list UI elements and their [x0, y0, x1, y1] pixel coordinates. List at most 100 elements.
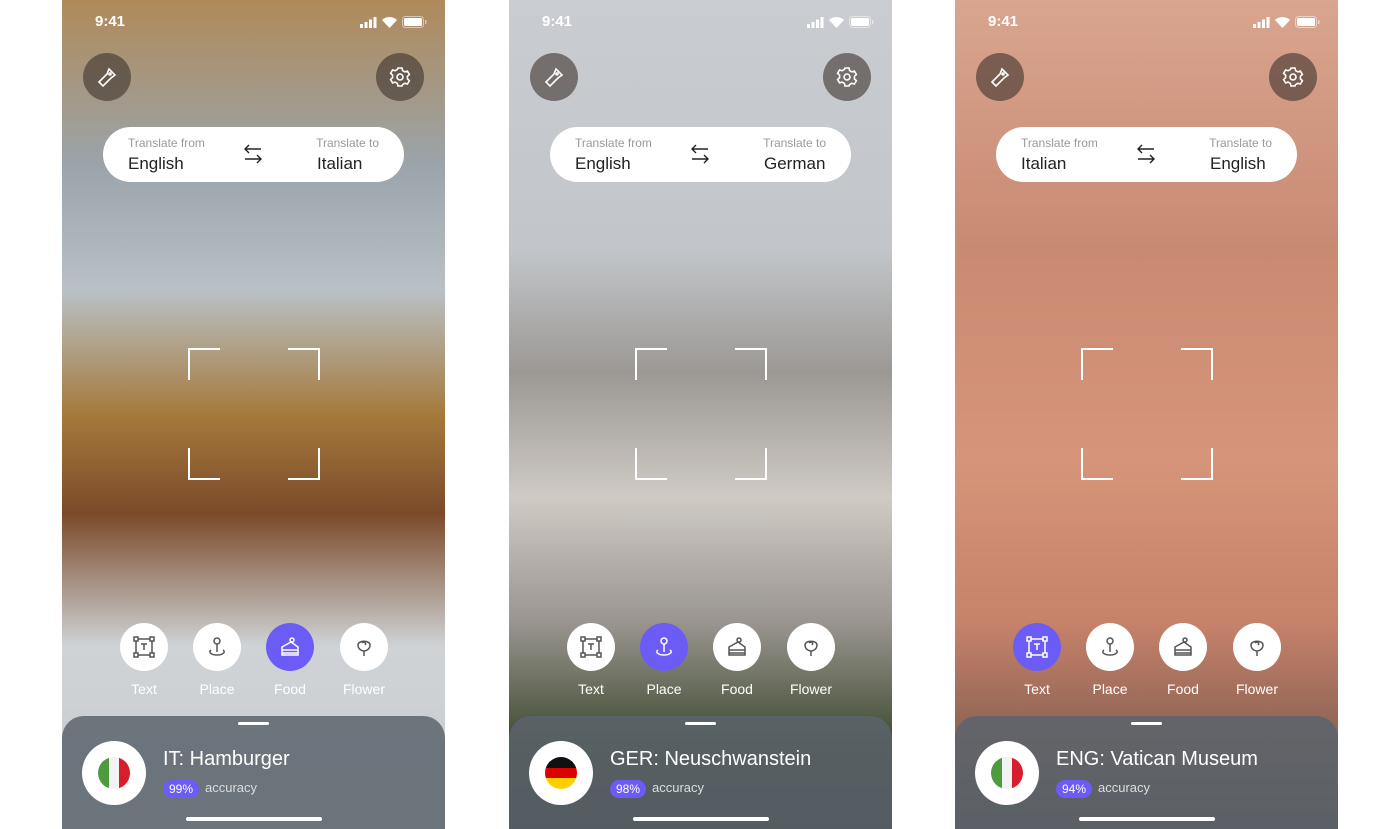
cake-icon: [713, 623, 761, 671]
status-icons: [360, 16, 427, 28]
flag-icon: [975, 741, 1039, 805]
sheet-handle[interactable]: [238, 722, 269, 725]
flashlight-icon: [990, 67, 1010, 88]
battery-icon: [1295, 16, 1320, 28]
battery-icon: [849, 16, 874, 28]
mode-label: Flower: [789, 681, 832, 697]
home-indicator: [633, 817, 769, 821]
mode-label: Flower: [342, 681, 385, 697]
accuracy-label: accuracy: [652, 780, 705, 795]
from-label: Translate from: [128, 136, 205, 150]
status-time: 9:41: [542, 13, 573, 30]
mode-food-button[interactable]: Food: [1159, 623, 1207, 697]
scan-frame-corner: [1081, 448, 1113, 480]
cake-icon: [1159, 623, 1207, 671]
location-pin-icon: [640, 623, 688, 671]
to-label: Translate to: [763, 136, 826, 150]
flag-icon: [529, 741, 593, 805]
settings-button[interactable]: [376, 53, 424, 101]
phone-screen: 9:41 Translate from English Translate to…: [509, 0, 892, 829]
mode-flower-button[interactable]: Flower: [1233, 623, 1281, 697]
scan-frame-corner: [288, 348, 320, 380]
status-icons: [807, 16, 874, 28]
from-language[interactable]: English: [128, 154, 184, 174]
flower-icon: [340, 623, 388, 671]
accuracy-badge: 94%: [1056, 780, 1093, 798]
text-scan-icon: [567, 623, 615, 671]
mode-place-button[interactable]: Place: [640, 623, 688, 697]
to-language[interactable]: English: [1210, 154, 1266, 174]
accuracy-badge: 99%: [163, 780, 200, 798]
result-sheet[interactable]: GER: Neuschwanstein 98% accuracy: [509, 716, 892, 829]
to-label: Translate to: [316, 136, 379, 150]
scan-frame-corner: [288, 448, 320, 480]
to-language[interactable]: Italian: [317, 154, 362, 174]
status-time: 9:41: [95, 13, 126, 30]
mode-place-button[interactable]: Place: [1086, 623, 1134, 697]
to-language[interactable]: German: [764, 154, 825, 174]
result-sheet[interactable]: ENG: Vatican Museum 94% accuracy: [955, 716, 1338, 829]
accuracy-label: accuracy: [205, 780, 258, 795]
camera-view: [509, 0, 892, 829]
home-indicator: [186, 817, 322, 821]
signal-icon: [360, 16, 377, 28]
flashlight-button[interactable]: [530, 53, 578, 101]
camera-view: [62, 0, 445, 829]
to-label: Translate to: [1209, 136, 1272, 150]
result-title: IT: Hamburger: [163, 748, 290, 770]
home-indicator: [1079, 817, 1215, 821]
settings-button[interactable]: [1269, 53, 1317, 101]
scan-frame-corner: [188, 348, 220, 380]
settings-button[interactable]: [823, 53, 871, 101]
result-sheet[interactable]: IT: Hamburger 99% accuracy: [62, 716, 445, 829]
wifi-icon: [829, 16, 844, 28]
flashlight-icon: [97, 67, 117, 88]
from-language[interactable]: English: [575, 154, 631, 174]
swap-icon[interactable]: [1136, 143, 1156, 165]
scan-frame-corner: [635, 348, 667, 380]
mode-text-button[interactable]: Text: [1013, 623, 1061, 697]
cake-icon: [266, 623, 314, 671]
flower-icon: [1233, 623, 1281, 671]
from-language[interactable]: Italian: [1021, 154, 1066, 174]
flower-icon: [787, 623, 835, 671]
gear-icon: [836, 67, 858, 87]
swap-icon[interactable]: [243, 143, 263, 165]
scan-frame-corner: [188, 448, 220, 480]
phone-screen: 9:41 Translate from Italian Translate to…: [955, 0, 1338, 829]
accuracy-label: accuracy: [1098, 780, 1151, 795]
battery-icon: [402, 16, 427, 28]
mode-label: Flower: [1235, 681, 1278, 697]
scan-frame-corner: [735, 448, 767, 480]
language-selector: Translate from English Translate to Ital…: [103, 127, 404, 182]
flashlight-button[interactable]: [83, 53, 131, 101]
text-scan-icon: [1013, 623, 1061, 671]
wifi-icon: [1275, 16, 1290, 28]
mode-text-button[interactable]: Text: [567, 623, 615, 697]
sheet-handle[interactable]: [685, 722, 716, 725]
mode-food-button[interactable]: Food: [266, 623, 314, 697]
mode-text-button[interactable]: Text: [120, 623, 168, 697]
mode-food-button[interactable]: Food: [713, 623, 761, 697]
swap-icon[interactable]: [690, 143, 710, 165]
flashlight-icon: [544, 67, 564, 88]
flashlight-button[interactable]: [976, 53, 1024, 101]
scan-frame-corner: [735, 348, 767, 380]
result-title: GER: Neuschwanstein: [610, 748, 812, 770]
language-selector: Translate from Italian Translate to Engl…: [996, 127, 1297, 182]
scan-frame-corner: [1081, 348, 1113, 380]
scan-frame-corner: [635, 448, 667, 480]
location-pin-icon: [193, 623, 241, 671]
sheet-handle[interactable]: [1131, 722, 1162, 725]
mode-flower-button[interactable]: Flower: [787, 623, 835, 697]
mode-place-button[interactable]: Place: [193, 623, 241, 697]
flag-icon: [82, 741, 146, 805]
phone-screen: 9:41 Translate from English Translate to…: [62, 0, 445, 829]
mode-flower-button[interactable]: Flower: [340, 623, 388, 697]
result-title: ENG: Vatican Museum: [1056, 748, 1258, 770]
from-label: Translate from: [575, 136, 652, 150]
wifi-icon: [382, 16, 397, 28]
status-icons: [1253, 16, 1320, 28]
text-scan-icon: [120, 623, 168, 671]
signal-icon: [1253, 16, 1270, 28]
